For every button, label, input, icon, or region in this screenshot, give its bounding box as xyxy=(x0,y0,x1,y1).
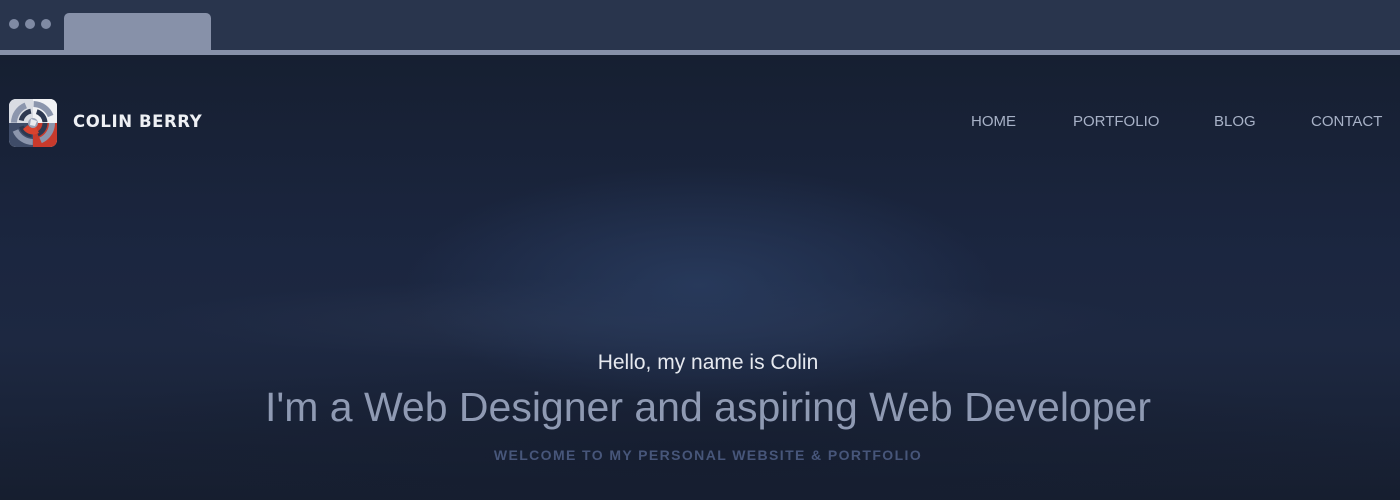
hero-greeting: Hello, my name is Colin xyxy=(597,351,819,374)
window-dot-icon[interactable] xyxy=(25,19,35,29)
window-dot-icon[interactable] xyxy=(9,19,19,29)
nav-item-portfolio[interactable]: PORTFOLIO xyxy=(1073,111,1159,133)
hero-title: I'm a Web Designer and aspiring Web Deve… xyxy=(265,384,1151,430)
browser-tab[interactable] xyxy=(64,13,211,50)
hero-subtitle: WELCOME TO MY PERSONAL WEBSITE & PORTFOL… xyxy=(493,447,923,463)
nav-item-contact[interactable]: CONTACT xyxy=(1311,111,1382,133)
nav-item-blog[interactable]: BLOG xyxy=(1214,111,1256,133)
window-dot-icon[interactable] xyxy=(41,19,51,29)
nav-item-home[interactable]: HOME xyxy=(971,111,1016,133)
main-nav: HOME PORTFOLIO BLOG CONTACT xyxy=(0,111,1400,133)
window-controls[interactable] xyxy=(9,19,51,29)
browser-chrome xyxy=(0,0,1400,55)
page-hero: COLIN BERRY HOME PORTFOLIO BLOG CONTACT … xyxy=(0,55,1400,500)
